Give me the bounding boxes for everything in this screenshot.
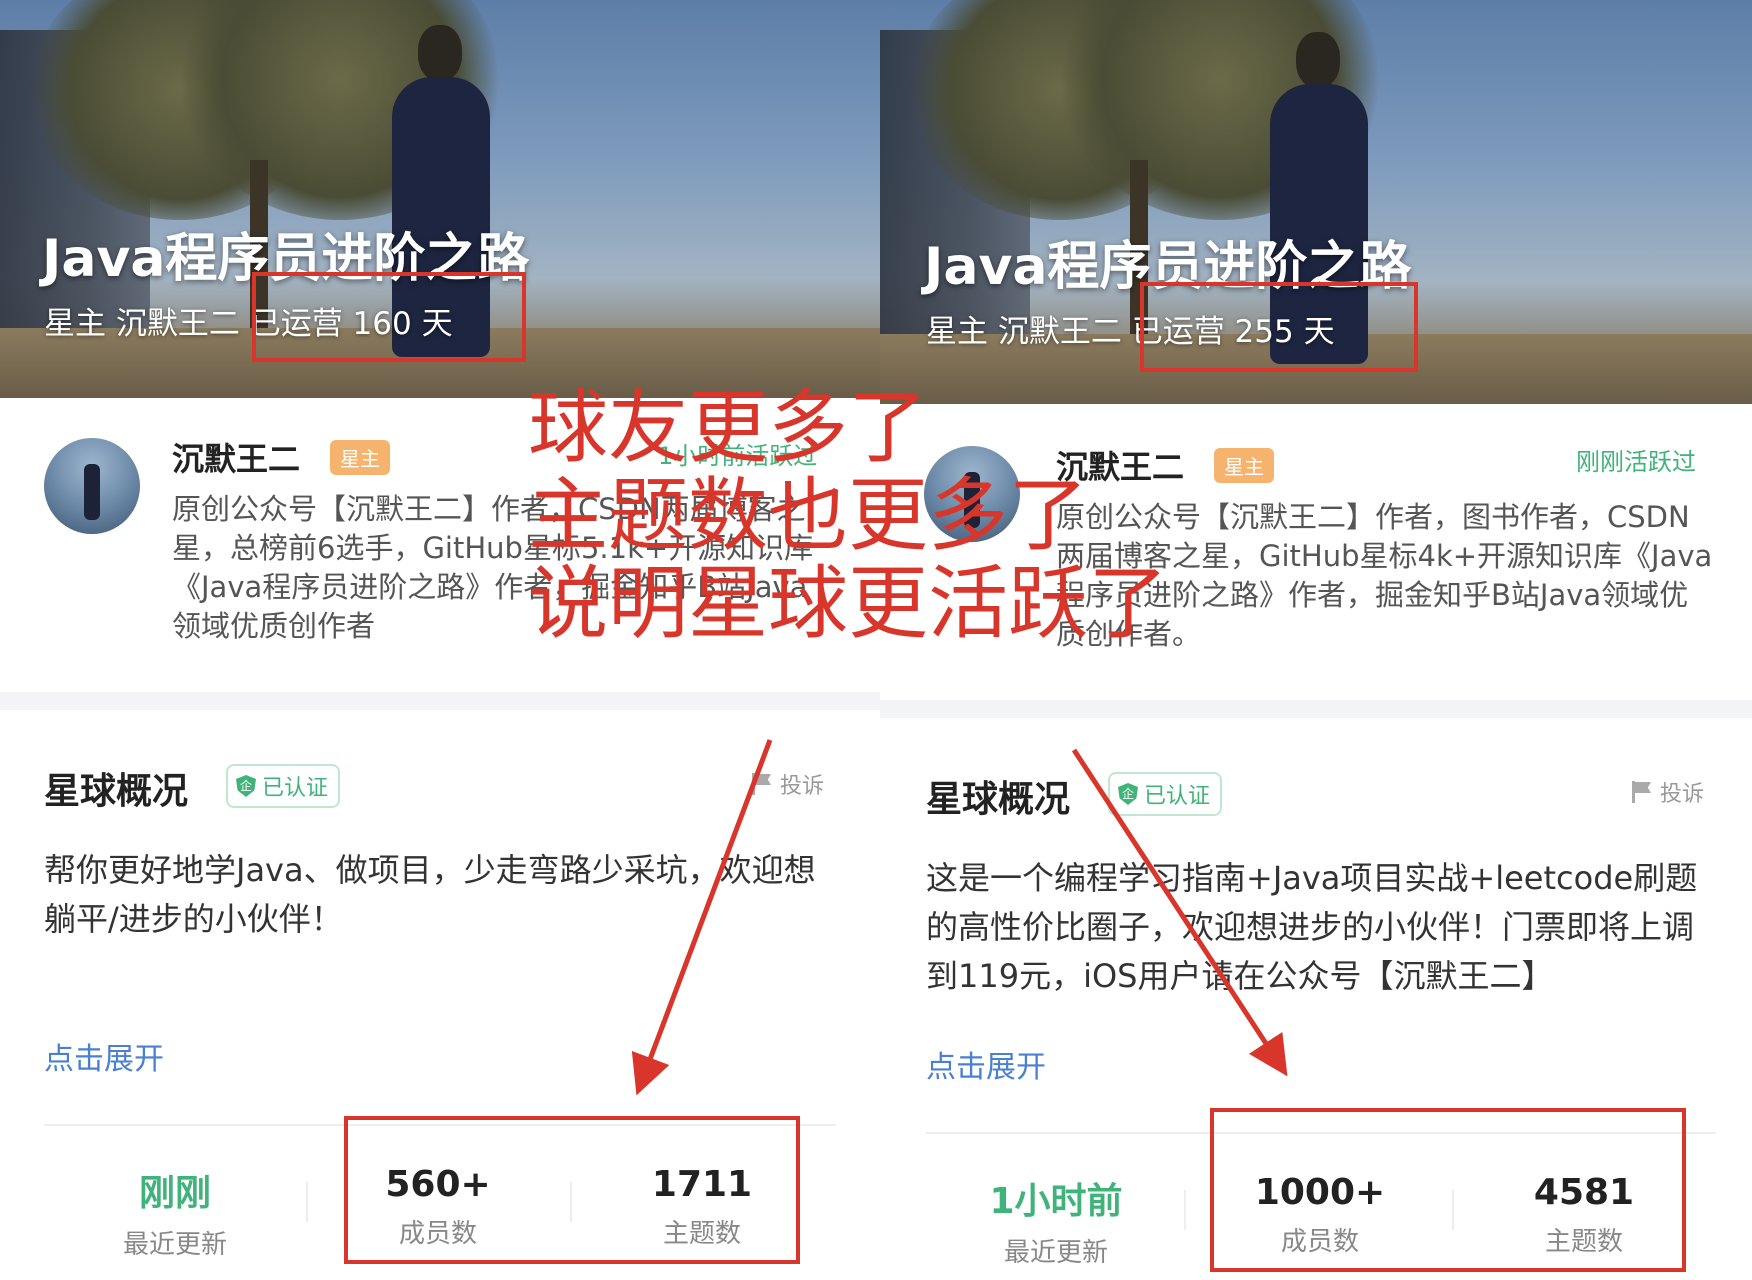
expand-link[interactable]: 点击展开 [44, 1034, 164, 1078]
overview-description: 帮你更好地学Java、做项目，少走弯路少采坑，欢迎想躺平/进步的小伙伴！ [44, 851, 816, 938]
annotation-line: 主题数也更多了 [528, 469, 1088, 562]
verified-badge: 企 已认证 [1108, 772, 1223, 816]
report-label: 投诉 [1660, 782, 1705, 807]
report-label: 投诉 [780, 774, 825, 799]
shield-icon: 企 [236, 775, 256, 797]
stat-value: 刚刚 [138, 1173, 211, 1214]
flag-icon [750, 773, 772, 795]
section-divider [0, 692, 880, 710]
stat-separator [1184, 1190, 1186, 1230]
report-button[interactable]: 投诉 [1630, 776, 1704, 808]
overview-title: 星球概况 [926, 779, 1071, 820]
owner-badge: 星主 [1214, 448, 1274, 483]
owner-name[interactable]: 沉默王二 [172, 434, 300, 480]
overview-description: 这是一个编程学习指南+Java项目实战+leetcode刷题的高性价比圈子，欢迎… [926, 859, 1698, 995]
highlight-box-days-left [252, 272, 526, 362]
annotation-line: 说明星球更活跃了 [528, 557, 1168, 650]
verified-badge: 企 已认证 [226, 764, 341, 808]
stat-label: 最近更新 [1003, 1238, 1108, 1268]
stat-separator [306, 1182, 308, 1222]
section-divider [880, 700, 1752, 718]
stat-last-update: 1小时前 最近更新 [956, 1172, 1156, 1269]
highlight-box-days-right [1140, 282, 1418, 372]
stat-value: 1小时前 [989, 1181, 1123, 1222]
overview-title: 星球概况 [44, 771, 189, 812]
avatar[interactable] [44, 438, 140, 534]
active-status: 刚刚活跃过 [1576, 448, 1696, 476]
annotation-line: 球友更多了 [528, 381, 928, 474]
expand-link[interactable]: 点击展开 [926, 1042, 1046, 1086]
highlight-box-stats-right [1210, 1108, 1686, 1272]
stat-label: 最近更新 [122, 1230, 227, 1260]
verified-label: 已认证 [1144, 784, 1211, 809]
stat-last-update: 刚刚 最近更新 [75, 1164, 275, 1261]
highlight-box-stats-left [344, 1116, 800, 1264]
report-button[interactable]: 投诉 [750, 768, 824, 800]
flag-icon [1630, 781, 1652, 803]
verified-label: 已认证 [262, 776, 329, 801]
owner-badge: 星主 [330, 440, 390, 475]
shield-icon: 企 [1118, 783, 1138, 805]
annotation-text: 球友更多了 主题数也更多了 说明星球更活跃了 [528, 384, 1168, 648]
